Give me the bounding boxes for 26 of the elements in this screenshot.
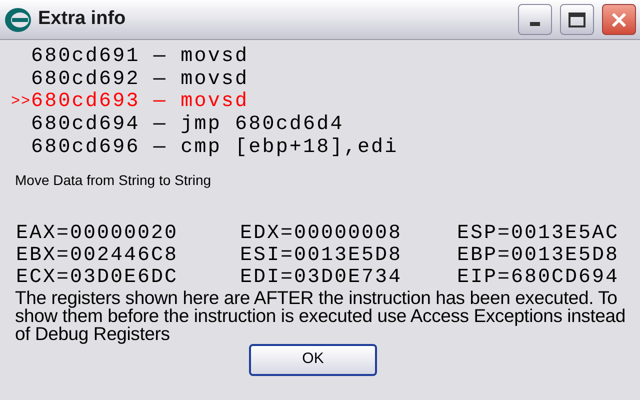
instruction-line: 680cd694 — jmp 680cd6d4 [31,114,344,137]
minimize-icon [530,22,540,26]
register-value: EIP=680CD694 [457,266,620,289]
instruction-line: 680cd691 — movsd [31,46,249,69]
current-marker: >> [10,92,31,112]
register-value: ESI=0013E5D8 [240,244,404,267]
instruction-description: Move Data from String to String [15,170,212,190]
minimize-button[interactable] [518,4,552,35]
maximize-button[interactable] [560,4,594,35]
register-value: EAX=00000020 [16,222,180,245]
instruction-line: 680cd692 — movsd [31,68,249,92]
register-value: ESP=0013E5AC [457,222,620,245]
registers-note: The registers shown here are AFTER the instruction has been executed. To show them before the instruction is executed use Access Exceptions instead of Debug Registers [15,288,626,343]
register-value: EDX=00000008 [240,222,404,245]
close-icon [610,10,628,28]
app-logo-icon [4,6,32,32]
ok-button[interactable]: OK [249,344,377,376]
instruction-line: 680cd696 — cmp [ebp+18],edi [31,136,398,160]
register-value: ECX=03D0E6DC [16,266,180,289]
register-value: EBX=002446C8 [16,244,180,267]
register-value: EBP=0013E5D8 [457,244,620,267]
maximize-icon [568,12,586,28]
close-button[interactable] [602,4,636,35]
instruction-line: 680cd693 — movsd [31,91,249,114]
window-title: Extra info [38,7,127,32]
register-value: EDI=03D0E734 [240,266,404,289]
